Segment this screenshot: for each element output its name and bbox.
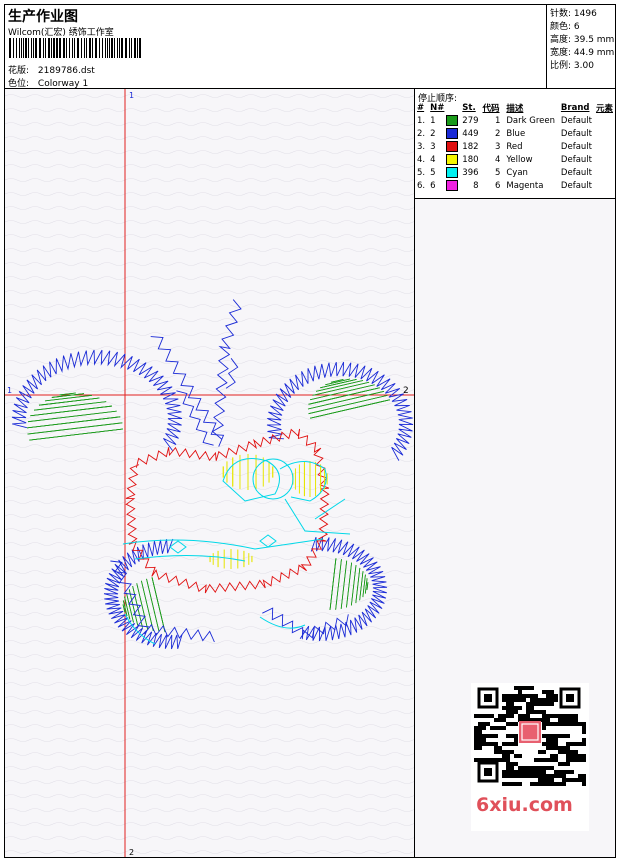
- row-code: 3: [494, 141, 501, 152]
- row-index: 6.: [417, 180, 426, 191]
- col-brand: Brand: [560, 103, 590, 113]
- row-needle: 1: [428, 114, 460, 127]
- row-needle: 2: [428, 127, 460, 140]
- stats-panel: 针数: 1496 颜色: 6 高度: 39.5 mm 宽度: 44.9 mm 比…: [547, 5, 615, 89]
- design-file-value: 2189786.dst: [37, 66, 95, 76]
- colorway-value: Colorway 1: [37, 79, 89, 89]
- row-needle-number: 3: [430, 142, 436, 152]
- row-needle: 4: [428, 153, 460, 166]
- col-code: 代码: [482, 104, 500, 114]
- row-code: 2: [494, 128, 501, 139]
- axis-label-top: 1: [129, 91, 134, 100]
- row-needle: 6: [428, 179, 460, 192]
- row-needle-number: 6: [430, 181, 436, 191]
- studio-name: Wilcom(汇宏) 绣饰工作室: [8, 28, 114, 38]
- colorway-row: 色位: Colorway 1: [8, 76, 88, 89]
- table-row: 5. 5 396 5 Cyan Default: [415, 166, 615, 179]
- design-scale: 比例: 3.00: [550, 61, 594, 71]
- table-row: 3. 3 182 3 Red Default: [415, 140, 615, 153]
- row-index: 1.: [417, 115, 426, 126]
- colorway-label: 色位:: [8, 79, 30, 89]
- table-header-row: # N# St. 代码 描述 Brand 元素: [415, 102, 615, 114]
- color-swatch: [446, 128, 459, 139]
- col-needle: N#: [430, 103, 445, 113]
- qr-code-image: [471, 683, 589, 789]
- table-row: 2. 2 449 2 Blue Default: [415, 127, 615, 140]
- page-title: 生产作业图: [8, 9, 78, 25]
- col-index: #: [417, 103, 425, 113]
- row-description: Red: [506, 141, 523, 152]
- row-element: [594, 179, 615, 192]
- row-stitches: 279: [462, 115, 479, 126]
- col-stitches: St.: [462, 103, 476, 113]
- row-stitches: 182: [462, 141, 479, 152]
- row-brand: Default: [560, 167, 592, 178]
- header-panel: 生产作业图 Wilcom(汇宏) 绣饰工作室 花版: 2189786.dst 色…: [5, 5, 547, 89]
- row-element: [594, 114, 615, 127]
- row-stitches: 449: [462, 128, 479, 139]
- row-element: [594, 153, 615, 166]
- col-description: 描述: [506, 104, 524, 114]
- row-brand: Default: [560, 141, 592, 152]
- design-height: 高度: 39.5 mm: [550, 35, 615, 45]
- row-description: Cyan: [506, 167, 528, 178]
- color-swatch: [446, 115, 459, 126]
- table-row: 4. 4 180 4 Yellow Default: [415, 153, 615, 166]
- row-description: Dark Green: [506, 115, 555, 126]
- design-width: 宽度: 44.9 mm: [550, 48, 615, 58]
- row-needle-number: 4: [430, 155, 436, 165]
- row-index: 5.: [417, 167, 426, 178]
- row-description: Yellow: [506, 154, 533, 165]
- row-brand: Default: [560, 180, 592, 191]
- row-needle-number: 5: [430, 168, 436, 178]
- row-code: 4: [494, 154, 501, 165]
- axis-label-left: 1: [7, 386, 12, 395]
- row-needle: 3: [428, 140, 460, 153]
- row-needle-number: 2: [430, 129, 436, 139]
- color-swatch: [446, 154, 459, 165]
- axis-label-right: 2: [403, 386, 409, 396]
- fabric-background: [5, 89, 414, 857]
- table-row: 6. 6 8 6 Magenta Default: [415, 179, 615, 192]
- row-brand: Default: [560, 128, 592, 139]
- color-swatch: [446, 141, 459, 152]
- design-file-row: 花版: 2189786.dst: [8, 63, 95, 76]
- table-row: 1. 1 279 1 Dark Green Default: [415, 114, 615, 127]
- row-needle: 5: [428, 166, 460, 179]
- row-element: [594, 166, 615, 179]
- barcode: [9, 38, 141, 58]
- color-count: 颜色: 6: [550, 22, 580, 32]
- row-element: [594, 127, 615, 140]
- stitch-count: 针数: 1496: [550, 9, 597, 19]
- row-stitches: 396: [462, 167, 479, 178]
- embroidery-canvas: 1 2 1 2: [5, 89, 415, 857]
- col-element: 元素: [595, 104, 613, 114]
- color-swatch: [446, 167, 459, 178]
- side-panel: 停止顺序: # N# St. 代码 描述 Brand 元素 1. 1 279 1 Da…: [415, 89, 615, 857]
- row-code: 5: [494, 167, 501, 178]
- row-brand: Default: [560, 115, 592, 126]
- row-index: 3.: [417, 141, 426, 152]
- color-swatch: [446, 180, 459, 191]
- row-description: Blue: [506, 128, 526, 139]
- row-code: 6: [494, 180, 501, 191]
- stop-sequence-panel: 停止顺序: # N# St. 代码 描述 Brand 元素 1. 1 279 1 Da…: [415, 89, 615, 199]
- watermark-text: 6xiu.com: [476, 794, 573, 816]
- row-description: Magenta: [506, 180, 544, 191]
- row-index: 2.: [417, 128, 426, 139]
- row-needle-number: 1: [430, 116, 436, 126]
- row-stitches: 180: [462, 154, 479, 165]
- document-frame: 生产作业图 Wilcom(汇宏) 绣饰工作室 花版: 2189786.dst 色…: [4, 4, 616, 858]
- row-brand: Default: [560, 154, 592, 165]
- row-index: 4.: [417, 154, 426, 165]
- row-stitches: 8: [473, 180, 479, 191]
- row-element: [594, 140, 615, 153]
- embroidery-drawing: 1 2 1 2: [5, 89, 414, 857]
- stop-sequence-table: # N# St. 代码 描述 Brand 元素 1. 1 279 1 Dark Gre…: [415, 102, 615, 192]
- axis-label-bottom: 2: [129, 848, 134, 857]
- row-code: 1: [494, 115, 501, 126]
- design-file-label: 花版:: [8, 66, 30, 76]
